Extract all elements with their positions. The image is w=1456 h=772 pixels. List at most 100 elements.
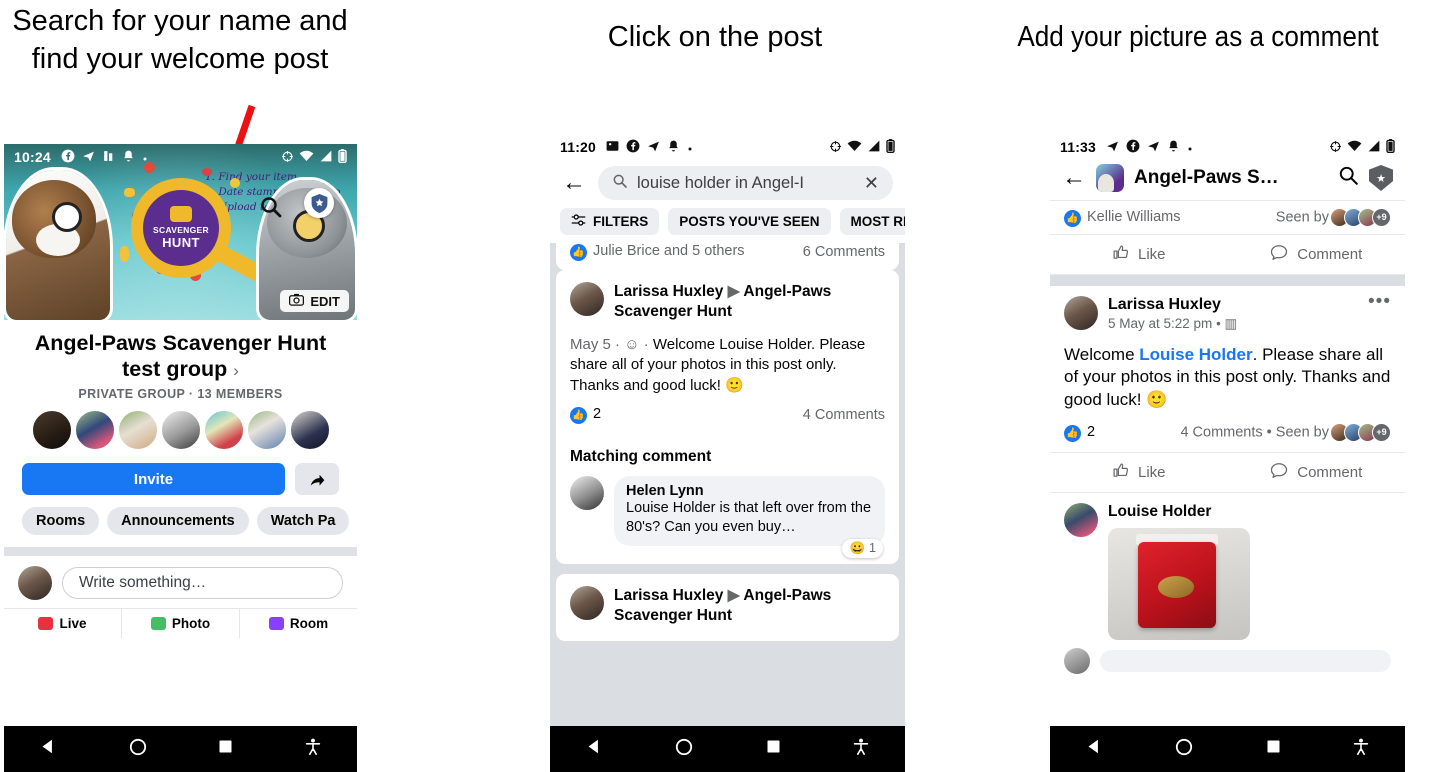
back-arrow-icon[interactable]: ← — [562, 169, 586, 197]
comment-reaction-badge[interactable]: 😀 1 — [842, 538, 883, 558]
edit-cover-button[interactable]: EDIT — [280, 290, 349, 312]
accessibility-icon[interactable] — [1353, 738, 1369, 761]
matching-comment-row[interactable]: Helen Lynn Louise Holder is that left ov… — [556, 466, 899, 564]
recents-square-icon[interactable] — [766, 739, 781, 759]
more-options-icon[interactable]: ••• — [1368, 292, 1391, 312]
avatar — [288, 409, 331, 452]
search-bar: ← louise holder in Angel-I ✕ — [550, 160, 905, 208]
post-timestamp: 5 May at 5:22 pm — [1108, 316, 1213, 331]
status-time: 11:33 — [1060, 139, 1097, 155]
comment-text: Louise Holder is that left over from the… — [626, 500, 872, 535]
live-button[interactable]: Live — [4, 609, 121, 638]
chevron-right-icon: › — [233, 361, 239, 381]
recents-square-icon[interactable] — [1266, 739, 1281, 759]
photo-icon — [150, 617, 166, 631]
post-detail: Larissa Huxley 5 May at 5:22 pm • ▥ ••• … — [1050, 286, 1405, 452]
avatar — [116, 409, 159, 452]
filters-chip[interactable]: FILTERS — [560, 208, 660, 235]
back-triangle-icon[interactable] — [586, 738, 603, 760]
group-action-buttons: Invite — [4, 451, 357, 496]
android-nav-bar-3 — [1050, 726, 1405, 772]
commenter-avatar[interactable] — [570, 476, 604, 511]
avatar — [159, 409, 202, 452]
avatar — [73, 409, 116, 452]
wifi-icon — [299, 150, 314, 164]
group-title[interactable]: Angel-Paws S… — [1134, 167, 1328, 189]
next-comment-peek[interactable] — [1050, 640, 1405, 675]
group-avatar-icon[interactable] — [1096, 164, 1124, 192]
chip-rooms[interactable]: Rooms — [22, 507, 100, 536]
post-header-2: Larissa Huxley ▶ Angel-Paws Scavenger Hu… — [556, 574, 899, 641]
seen-by-avatars[interactable]: +9 — [1330, 208, 1391, 227]
shield-badge-icon[interactable] — [304, 188, 334, 218]
accessibility-icon[interactable] — [853, 738, 869, 761]
post-card[interactable]: Larissa Huxley ▶ Angel-Paws Scavenger Hu… — [556, 270, 899, 564]
posts-youve-seen-chip[interactable]: POSTS YOU'VE SEEN — [668, 208, 831, 235]
post-author[interactable]: Larissa Huxley — [1108, 296, 1237, 314]
comments-seen-text[interactable]: 4 Comments • Seen by — [1180, 425, 1329, 441]
thumbs-up-icon — [1112, 462, 1129, 483]
back-triangle-icon[interactable] — [1086, 738, 1103, 760]
most-recent-chip[interactable]: MOST RECE — [839, 208, 905, 235]
wifi-icon — [847, 140, 862, 154]
room-button[interactable]: Room — [239, 609, 357, 639]
facebook-icon — [626, 139, 640, 155]
home-circle-icon[interactable] — [1175, 738, 1193, 761]
accessibility-icon[interactable] — [305, 738, 321, 761]
close-icon[interactable]: ✕ — [864, 173, 879, 194]
search-input[interactable]: louise holder in Angel-I ✕ — [598, 166, 893, 200]
like-button[interactable]: Like — [1050, 453, 1228, 492]
search-filter-chips: FILTERS POSTS YOU'VE SEEN MOST RECE — [550, 208, 905, 243]
chip-watch-party[interactable]: Watch Pa — [256, 507, 350, 536]
author-avatar[interactable] — [570, 282, 604, 316]
dog-photo — [6, 170, 110, 320]
comment-button[interactable]: Comment — [1228, 235, 1406, 274]
recents-square-icon[interactable] — [218, 739, 233, 759]
comment-count[interactable]: 4 Comments — [803, 407, 885, 423]
previous-post-peek[interactable]: 👍 Julie Brice and 5 others 6 Comments — [556, 243, 899, 270]
photo-button[interactable]: Photo — [121, 609, 239, 639]
group-arrow-icon: ▶ — [727, 283, 740, 300]
group-cover-photo[interactable]: 10:24 1. Find your item 2. Date stamp yo… — [4, 144, 357, 320]
signal-icon — [1367, 140, 1381, 154]
post-date: May 5 — [570, 335, 611, 353]
invite-button[interactable]: Invite — [22, 463, 285, 496]
mention-link[interactable]: Louise Holder — [1139, 345, 1252, 364]
group-meta: PRIVATE GROUP · 13 MEMBERS — [78, 387, 283, 402]
reactor-name[interactable]: Kellie Williams — [1087, 209, 1180, 225]
commenter-avatar[interactable] — [1064, 503, 1098, 538]
author-avatar[interactable] — [1064, 296, 1098, 330]
search-query-text: louise holder in Angel-I — [637, 173, 804, 192]
top-post-action-row: Like Comment — [1050, 235, 1405, 275]
comment-photo[interactable] — [1108, 528, 1250, 641]
home-circle-icon[interactable] — [675, 738, 693, 761]
author-avatar[interactable] — [570, 585, 604, 620]
write-something-input[interactable]: Write something… — [62, 567, 343, 600]
comment-button[interactable]: Comment — [1228, 453, 1406, 492]
post-stats: 👍 2 4 Comments • Seen by +9 — [1064, 411, 1391, 452]
image-icon — [606, 140, 619, 154]
home-circle-icon[interactable] — [129, 738, 147, 761]
group-title[interactable]: Angel-Paws Scavenger Hunt test group › — [18, 330, 343, 382]
back-arrow-icon[interactable]: ← — [1062, 164, 1086, 192]
dog-head — [12, 180, 96, 258]
like-reaction-icon: 👍 — [1064, 209, 1081, 227]
seen-by-avatars[interactable]: +9 — [1330, 423, 1391, 443]
dog-eye-magnified — [52, 202, 82, 232]
location-icon — [1329, 140, 1342, 155]
comment-author[interactable]: Louise Holder — [1108, 503, 1250, 521]
search-icon[interactable] — [1338, 165, 1359, 192]
like-label: Like — [1137, 246, 1166, 263]
member-avatars[interactable] — [18, 409, 343, 452]
like-button[interactable]: Like — [1050, 235, 1228, 274]
shield-badge-icon[interactable]: ★ — [1369, 165, 1393, 191]
back-triangle-icon[interactable] — [40, 738, 57, 760]
avatar — [202, 409, 245, 452]
share-button[interactable] — [295, 463, 339, 496]
post-card-2[interactable]: Larissa Huxley ▶ Angel-Paws Scavenger Hu… — [556, 573, 899, 641]
search-icon[interactable] — [256, 192, 286, 222]
reactors-text: Julie Brice and 5 others — [593, 243, 745, 259]
like-reaction-icon: 👍 — [570, 407, 587, 425]
bell-icon — [667, 139, 680, 155]
chip-announcements[interactable]: Announcements — [107, 507, 249, 536]
